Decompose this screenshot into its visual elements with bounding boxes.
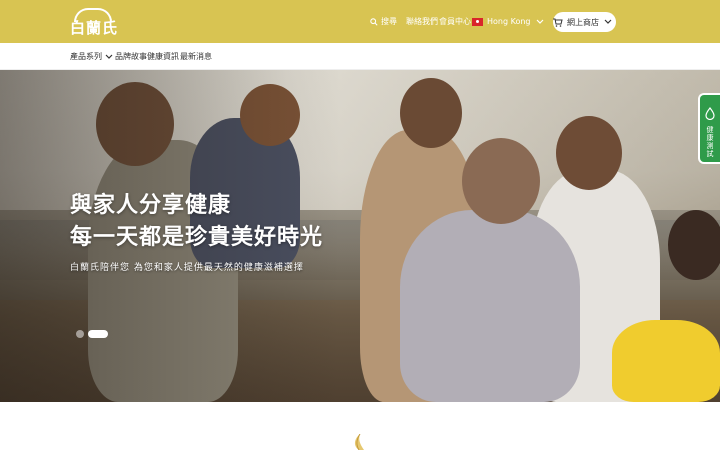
hong-kong-flag-icon xyxy=(472,17,483,26)
chevron-down-icon xyxy=(536,19,543,24)
nav-item-label: 產品系列 xyxy=(70,52,102,61)
brand-logo[interactable]: 白蘭氏 xyxy=(70,8,119,37)
search-button[interactable]: 搜尋 xyxy=(370,0,397,43)
hero-title-line-2: 每一天都是珍貴美好時光 xyxy=(70,225,324,250)
online-shop-button[interactable]: 網上商店 xyxy=(553,12,616,32)
hero-figure-grandmother-head xyxy=(462,138,540,224)
hero-figure-man-head xyxy=(400,78,462,148)
hero-banner[interactable]: 與家人分享健康 每一天都是珍貴美好時光 白蘭氏陪伴您 為您和家人提供最天然的健康… xyxy=(0,70,720,402)
carousel-dot-1[interactable] xyxy=(76,330,84,338)
nav-item-brand-story[interactable]: 品牌故事 xyxy=(115,43,147,70)
chevron-down-icon xyxy=(105,54,113,59)
hero-title-line-1: 與家人分享健康 xyxy=(70,193,232,218)
side-tab-label: 健康測試 xyxy=(706,126,714,158)
top-bar: 白蘭氏 搜尋 聯絡我們 會員中心 Hong Kong 網上商店 xyxy=(0,0,720,43)
region-label: Hong Kong xyxy=(487,17,531,26)
region-selector[interactable]: Hong Kong xyxy=(472,0,544,43)
cart-icon xyxy=(553,18,563,27)
leaf-icon xyxy=(354,434,364,450)
hero-title: 與家人分享健康 每一天都是珍貴美好時光 xyxy=(70,190,323,254)
carousel-indicators xyxy=(76,330,112,338)
header-link-contact[interactable]: 聯絡我們 xyxy=(406,0,438,43)
side-floating-tab[interactable]: 健康測試 xyxy=(698,93,720,164)
nav-item-news[interactable]: 最新消息 xyxy=(180,43,212,70)
hero-figure-kid xyxy=(612,320,720,402)
search-label: 搜尋 xyxy=(381,17,397,26)
header-link-member[interactable]: 會員中心 xyxy=(439,0,471,43)
main-nav: 產品系列 品牌故事 健康資訊 最新消息 xyxy=(0,43,720,70)
water-drop-icon xyxy=(705,107,715,120)
hero-subtitle: 白蘭氏陪伴您 為您和家人提供最天然的健康滋補選擇 xyxy=(70,263,304,273)
carousel-dot-2[interactable] xyxy=(88,330,108,338)
search-icon xyxy=(370,17,378,26)
chevron-down-icon xyxy=(604,19,612,24)
hero-figure-grandmother xyxy=(400,210,580,402)
logo-text: 白蘭氏 xyxy=(70,19,119,37)
nav-item-health-info[interactable]: 健康資訊 xyxy=(147,43,179,70)
online-shop-label: 網上商店 xyxy=(567,17,599,27)
hero-figure-kid-head xyxy=(668,210,720,280)
nav-item-products[interactable]: 產品系列 xyxy=(70,43,113,70)
hero-figure-woman-head xyxy=(556,116,622,190)
